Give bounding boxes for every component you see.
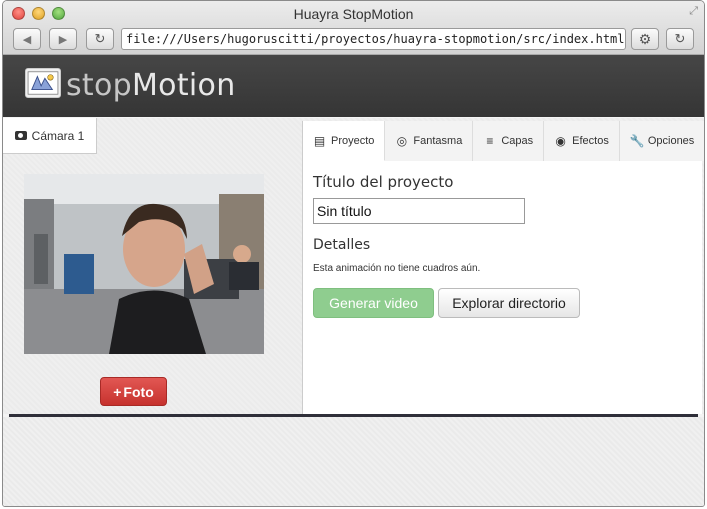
arrow-right-icon: ▶ <box>58 33 68 46</box>
project-content: Título del proyecto Detalles Esta animac… <box>303 161 702 330</box>
tab-opciones-label: Opciones <box>647 135 695 147</box>
camera-panel: Cámara 1 + Foto <box>3 118 302 414</box>
tab-proyecto[interactable]: ▤ Proyecto <box>303 121 386 161</box>
eye-icon: ◉ <box>555 134 566 148</box>
tab-fantasma-label: Fantasma <box>413 135 463 147</box>
app-brand: stopMotion <box>66 68 236 103</box>
fullscreen-icon[interactable]: ⤢ <box>689 5 698 18</box>
details-text: Esta animación no tiene cuadros aún. <box>313 263 481 274</box>
project-title-input[interactable] <box>313 198 525 224</box>
tab-fantasma[interactable]: ◎ Fantasma <box>385 121 474 161</box>
tab-capas-label: Capas <box>501 135 534 147</box>
camera-tab[interactable]: Cámara 1 <box>3 118 97 154</box>
camera-preview <box>24 174 264 354</box>
take-photo-label: Foto <box>123 383 154 400</box>
back-button[interactable]: ◀ <box>13 28 41 50</box>
tab-efectos-label: Efectos <box>572 135 609 147</box>
project-panel: ▤ Proyecto ◎ Fantasma ≡ Capas ◉ Efectos … <box>302 121 704 414</box>
project-title-label: Título del proyecto <box>313 173 454 191</box>
gear-icon: ⚙ <box>638 30 652 47</box>
timeline-area <box>3 417 704 506</box>
tab-opciones[interactable]: 🔧 Opciones <box>619 121 704 161</box>
app-header: stopMotion <box>3 55 704 117</box>
browser-titlebar: Huayra StopMotion ⤢ ◀ ▶ ↻ file:///Users/… <box>3 1 704 55</box>
reload-button[interactable]: ↻ <box>86 28 114 50</box>
brand-part-bold: Motion <box>132 68 236 103</box>
generate-video-button[interactable]: Generar video <box>313 288 434 318</box>
window-title: Huayra StopMotion <box>293 6 414 22</box>
panel-tabs: ▤ Proyecto ◎ Fantasma ≡ Capas ◉ Efectos … <box>303 121 704 161</box>
tab-capas[interactable]: ≡ Capas <box>473 121 545 161</box>
film-icon: ▤ <box>313 133 326 148</box>
wrench-icon: 🔧 <box>629 134 645 148</box>
refresh-button[interactable]: ↻ <box>666 28 694 50</box>
stopmotion-logo <box>25 68 61 98</box>
refresh-icon: ↻ <box>674 31 686 46</box>
camera-tab-label: Cámara 1 <box>31 128 85 143</box>
main-area: Cámara 1 + Foto ▤ Proyecto ◎ Fantasma ≡ … <box>3 118 704 414</box>
project-actions: Generar video Explorar directorio <box>313 288 692 318</box>
address-bar[interactable]: file:///Users/hugoruscitti/proyectos/hua… <box>121 28 626 50</box>
forward-button[interactable]: ▶ <box>49 28 77 50</box>
arrow-left-icon: ◀ <box>22 33 32 46</box>
take-photo-button[interactable]: + Foto <box>100 377 167 406</box>
list-icon: ≡ <box>486 134 494 148</box>
plus-icon: + <box>113 383 122 400</box>
browser-window: Huayra StopMotion ⤢ ◀ ▶ ↻ file:///Users/… <box>2 0 705 507</box>
tab-proyecto-label: Proyecto <box>331 134 375 147</box>
settings-button[interactable]: ⚙ <box>631 28 659 50</box>
tab-efectos[interactable]: ◉ Efectos <box>544 121 620 161</box>
details-label: Detalles <box>313 237 371 253</box>
eye-slash-icon: ◎ <box>396 134 408 148</box>
explore-directory-button[interactable]: Explorar directorio <box>438 288 580 318</box>
camera-icon <box>14 131 27 140</box>
reload-icon: ↻ <box>94 31 106 46</box>
brand-part-light: stop <box>66 68 132 103</box>
